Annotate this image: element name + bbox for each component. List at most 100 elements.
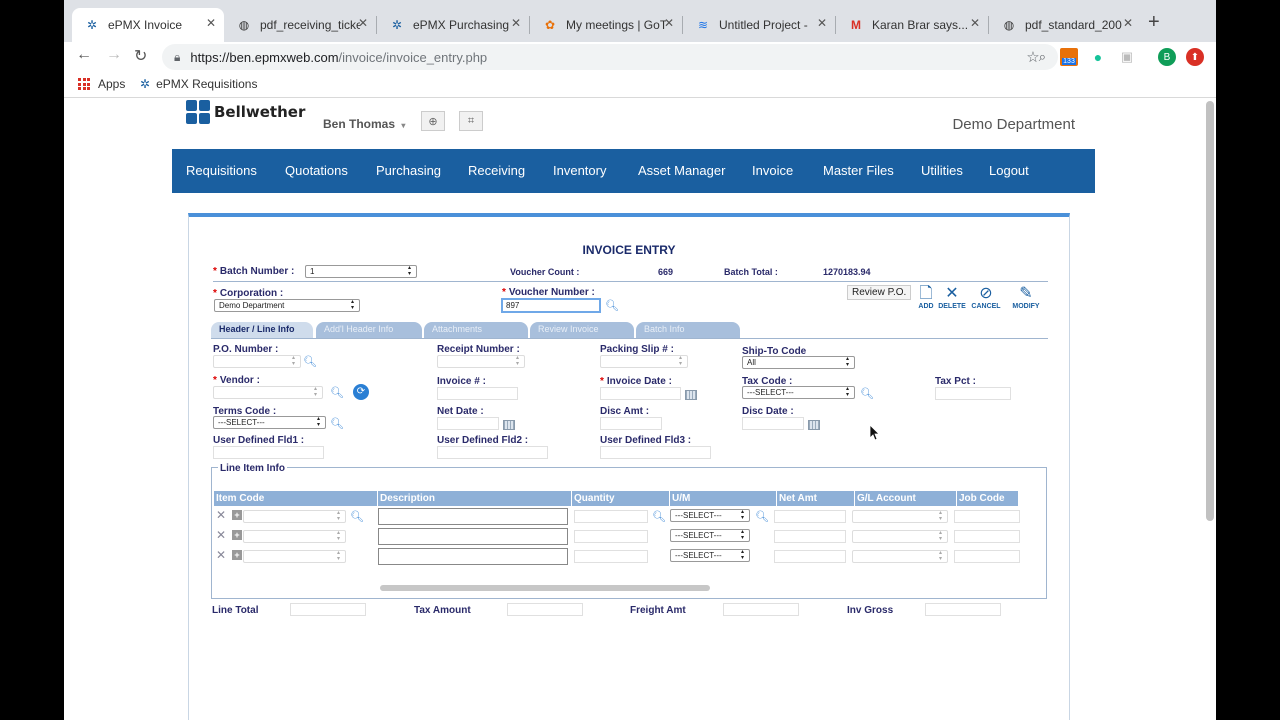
description-input[interactable]: [378, 548, 568, 565]
tab-epmx-purchasing[interactable]: ✲ ePMX Purchasing ✕: [377, 8, 529, 42]
user-defined-fld3-input[interactable]: [600, 446, 711, 459]
tab-batch-info[interactable]: Batch Info: [636, 322, 740, 338]
search-icon[interactable]: 🔍︎: [330, 417, 344, 431]
user-defined-fld1-input[interactable]: [213, 446, 324, 459]
add-line-icon[interactable]: +: [232, 530, 242, 540]
nav-utilities[interactable]: Utilities: [921, 163, 963, 178]
disc-amt-input[interactable]: [600, 417, 662, 430]
quantity-input[interactable]: [574, 510, 648, 523]
search-icon[interactable]: 🔍︎: [652, 510, 666, 524]
item-code-select[interactable]: [243, 510, 346, 523]
description-input[interactable]: [378, 508, 568, 525]
new-tab-button[interactable]: +: [1148, 11, 1160, 34]
update-icon[interactable]: ⬆: [1186, 48, 1204, 66]
batch-number-select[interactable]: 1: [305, 265, 417, 278]
tab-header-line-info[interactable]: Header / Line Info: [211, 322, 313, 338]
nav-asset-manager[interactable]: Asset Manager: [638, 163, 725, 178]
job-code-input[interactable]: [954, 550, 1020, 563]
calendar-icon[interactable]: [503, 420, 515, 430]
search-icon[interactable]: 🔍︎: [860, 387, 874, 401]
tab-pdf-receiving[interactable]: ◍ pdf_receiving_ticke ✕: [224, 8, 376, 42]
close-icon[interactable]: ✕: [358, 16, 368, 30]
tab-review-invoice[interactable]: Review Invoice: [530, 322, 634, 338]
profile-avatar[interactable]: B: [1158, 48, 1176, 66]
tab-gmail[interactable]: M Karan Brar says... ✕: [836, 8, 988, 42]
job-code-input[interactable]: [954, 530, 1020, 543]
search-icon[interactable]: 🔍︎: [303, 355, 317, 369]
nav-master-files[interactable]: Master Files: [823, 163, 894, 178]
extension-badge-icon[interactable]: 133: [1060, 48, 1078, 66]
search-icon[interactable]: 🔍︎: [330, 386, 344, 400]
bellwether-logo[interactable]: Bellwether: [186, 100, 305, 124]
item-code-select[interactable]: [243, 530, 346, 543]
net-date-input[interactable]: [437, 417, 499, 430]
vendor-select[interactable]: [213, 386, 323, 399]
tax-pct-input[interactable]: [935, 387, 1011, 400]
nav-logout[interactable]: Logout: [989, 163, 1029, 178]
remove-line-icon[interactable]: ✕: [216, 548, 226, 562]
grammarly-icon[interactable]: ●: [1089, 48, 1107, 66]
um-select[interactable]: ---SELECT---: [670, 549, 750, 562]
tab-untitled-project[interactable]: ≋ Untitled Project - ✕: [683, 8, 835, 42]
nav-purchasing[interactable]: Purchasing: [376, 163, 441, 178]
tab-addl-header-info[interactable]: Add'l Header Info: [316, 322, 422, 338]
gl-account-select[interactable]: [852, 510, 948, 523]
remove-line-icon[interactable]: ✕: [216, 528, 226, 542]
add-line-icon[interactable]: +: [232, 510, 242, 520]
page-scrollbar[interactable]: [1206, 101, 1214, 521]
user-menu[interactable]: Ben Thomas ▾: [323, 117, 405, 131]
calendar-icon[interactable]: [685, 390, 697, 400]
delete-button[interactable]: ✕ DELETE: [937, 285, 967, 310]
add-line-icon[interactable]: +: [232, 550, 242, 560]
tab-attachments[interactable]: Attachments: [424, 322, 528, 338]
invoice-number-input[interactable]: [437, 387, 518, 400]
ship-to-code-select[interactable]: All: [742, 356, 855, 369]
um-select[interactable]: ---SELECT---: [670, 529, 750, 542]
invoice-date-input[interactable]: [600, 387, 681, 400]
help-button[interactable]: ⊕: [421, 111, 445, 131]
close-icon[interactable]: ✕: [1123, 16, 1133, 30]
close-icon[interactable]: ✕: [817, 16, 827, 30]
description-input[interactable]: [378, 528, 568, 545]
vendor-info-icon[interactable]: ⟳: [353, 384, 369, 400]
review-po-button[interactable]: Review P.O.: [847, 285, 912, 300]
voucher-number-input[interactable]: 897: [501, 298, 601, 313]
forward-icon[interactable]: →: [106, 46, 122, 64]
nav-quotations[interactable]: Quotations: [285, 163, 348, 178]
job-code-input[interactable]: [954, 510, 1020, 523]
nav-inventory[interactable]: Inventory: [553, 163, 606, 178]
packing-slip-select[interactable]: [600, 355, 688, 368]
item-code-select[interactable]: [243, 550, 346, 563]
horizontal-scrollbar[interactable]: [380, 585, 710, 591]
quantity-input[interactable]: [574, 550, 648, 563]
tab-my-meetings[interactable]: ✿ My meetings | GoT ✕: [530, 8, 682, 42]
search-icon[interactable]: 🔍︎: [605, 299, 619, 313]
calendar-icon[interactable]: [808, 420, 820, 430]
close-icon[interactable]: ✕: [970, 16, 980, 30]
search-icon[interactable]: 🔍︎: [755, 510, 769, 524]
modify-button[interactable]: ✎ MODIFY: [1011, 285, 1041, 310]
bookmark-epmx-requisitions[interactable]: ✲ ePMX Requisitions: [140, 77, 257, 91]
gl-account-select[interactable]: [852, 530, 948, 543]
cancel-button[interactable]: ⊘ CANCEL: [971, 285, 1001, 310]
tax-code-select[interactable]: ---SELECT---: [742, 386, 855, 399]
gl-account-select[interactable]: [852, 550, 948, 563]
receipt-number-select[interactable]: [437, 355, 525, 368]
bookmark-apps[interactable]: Apps: [78, 77, 125, 91]
extension-icon[interactable]: ▣: [1118, 48, 1136, 66]
nav-receiving[interactable]: Receiving: [468, 163, 525, 178]
tab-pdf-standard[interactable]: ◍ pdf_standard_200 ✕: [989, 8, 1141, 42]
bookmark-star-icon[interactable]: ☆: [1024, 48, 1042, 66]
search-icon[interactable]: 🔍︎: [350, 510, 364, 524]
um-select[interactable]: ---SELECT---: [670, 509, 750, 522]
address-bar[interactable]: 🔒︎ https://ben.epmxweb.com/invoice/invoi…: [162, 44, 1058, 70]
fullscreen-button[interactable]: ⌗: [459, 111, 483, 131]
net-amt-input[interactable]: [774, 530, 846, 543]
terms-code-select[interactable]: ---SELECT---: [213, 416, 326, 429]
po-number-select[interactable]: [213, 355, 301, 368]
back-icon[interactable]: ←: [76, 46, 92, 64]
user-defined-fld2-input[interactable]: [437, 446, 548, 459]
tab-epmx-invoice[interactable]: ✲ ePMX Invoice ✕: [72, 8, 224, 42]
corporation-select[interactable]: Demo Department: [214, 299, 360, 312]
close-icon[interactable]: ✕: [206, 16, 216, 30]
